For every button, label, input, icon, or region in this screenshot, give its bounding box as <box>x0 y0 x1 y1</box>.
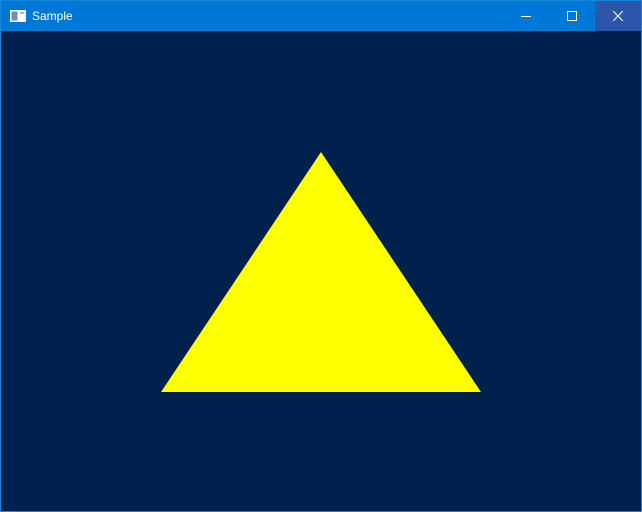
app-window-icon <box>10 10 26 22</box>
render-canvas[interactable] <box>1 31 641 511</box>
scene-svg <box>1 31 641 511</box>
window-title: Sample <box>32 9 73 23</box>
maximize-button[interactable] <box>549 1 595 31</box>
minimize-icon <box>521 16 531 17</box>
app-window: Sample <box>0 0 642 512</box>
minimize-button[interactable] <box>503 1 549 31</box>
maximize-icon <box>567 11 577 21</box>
title-bar[interactable]: Sample <box>1 1 641 31</box>
close-button[interactable] <box>595 1 641 31</box>
close-icon <box>613 11 623 21</box>
